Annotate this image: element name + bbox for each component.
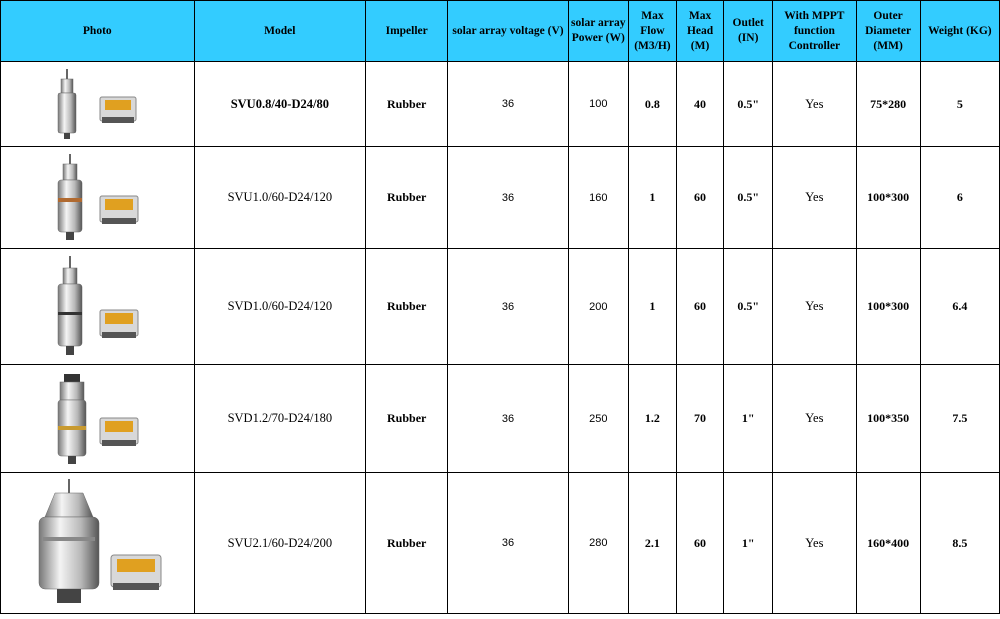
flow-cell: 1 [627, 146, 677, 249]
outlet-cell: 0.5" [723, 146, 774, 249]
weight-cell: 6.4 [919, 248, 1000, 365]
photo-cell [0, 472, 195, 614]
header-row: Photo Model Impeller solar array voltage… [0, 0, 1000, 62]
head-cell: 60 [675, 472, 725, 614]
header-head: Max Head (M) [675, 0, 725, 62]
voltage-cell: 36 [447, 364, 569, 473]
model-cell: SVU0.8/40-D24/80 [193, 61, 367, 147]
head-cell: 70 [675, 364, 725, 473]
impeller-cell: Rubber [365, 146, 449, 249]
photo-cell [0, 248, 195, 365]
mppt-cell: Yes [772, 146, 857, 249]
header-power: solar array Power (W) [567, 0, 629, 62]
outlet-cell: 1" [723, 364, 774, 473]
power-cell: 200 [567, 248, 629, 365]
flow-cell: 1.2 [627, 364, 677, 473]
flow-cell: 2.1 [627, 472, 677, 614]
header-flow: Max Flow (M3/H) [627, 0, 677, 62]
header-model: Model [193, 0, 367, 62]
model-cell: SVD1.2/70-D24/180 [193, 364, 367, 473]
pump-controller-image [39, 479, 162, 603]
header-photo: Photo [0, 0, 195, 62]
weight-cell: 5 [919, 61, 1000, 147]
diameter-cell: 100*300 [855, 146, 921, 249]
head-cell: 60 [675, 146, 725, 249]
head-cell: 60 [675, 248, 725, 365]
header-mppt: With MPPT function Controller [772, 0, 857, 62]
header-outlet: Outlet (IN) [723, 0, 774, 62]
diameter-cell: 160*400 [855, 472, 921, 614]
model-cell: SVD1.0/60-D24/120 [193, 248, 367, 365]
table-row: SVD1.0/60-D24/120 Rubber 36 200 1 60 0.5… [0, 248, 1000, 365]
header-voltage: solar array voltage (V) [447, 0, 569, 62]
model-cell: SVU2.1/60-D24/200 [193, 472, 367, 614]
mppt-cell: Yes [772, 61, 857, 147]
header-weight: Weight (KG) [919, 0, 1000, 62]
impeller-cell: Rubber [365, 248, 449, 365]
model-cell: SVU1.0/60-D24/120 [193, 146, 367, 249]
header-diameter: Outer Diameter (MM) [855, 0, 921, 62]
impeller-cell: Rubber [365, 61, 449, 147]
voltage-cell: 36 [447, 248, 569, 365]
power-cell: 250 [567, 364, 629, 473]
flow-cell: 0.8 [627, 61, 677, 147]
mppt-cell: Yes [772, 364, 857, 473]
diameter-cell: 100*300 [855, 248, 921, 365]
table-row: SVU2.1/60-D24/200 Rubber 36 280 2.1 60 1… [0, 472, 1000, 614]
voltage-cell: 36 [447, 472, 569, 614]
table-row: SVD1.2/70-D24/180 Rubber 36 250 1.2 70 1… [0, 364, 1000, 473]
mppt-cell: Yes [772, 472, 857, 614]
outlet-cell: 0.5" [723, 248, 774, 365]
pump-controller-image [58, 153, 139, 240]
impeller-cell: Rubber [365, 364, 449, 473]
power-cell: 100 [567, 61, 629, 147]
impeller-cell: Rubber [365, 472, 449, 614]
diameter-cell: 75*280 [855, 61, 921, 147]
head-cell: 40 [675, 61, 725, 147]
voltage-cell: 36 [447, 146, 569, 249]
pump-controller-image [58, 255, 139, 355]
header-impeller: Impeller [365, 0, 449, 62]
outlet-cell: 1" [723, 472, 774, 614]
power-cell: 280 [567, 472, 629, 614]
pump-controller-image [58, 69, 137, 139]
power-cell: 160 [567, 146, 629, 249]
spec-table: Photo Model Impeller solar array voltage… [0, 0, 1000, 614]
table-row: SVU1.0/60-D24/120 Rubber 36 160 1 60 0.5… [0, 146, 1000, 249]
photo-cell [0, 61, 195, 147]
flow-cell: 1 [627, 248, 677, 365]
mppt-cell: Yes [772, 248, 857, 365]
diameter-cell: 100*350 [855, 364, 921, 473]
voltage-cell: 36 [447, 61, 569, 147]
weight-cell: 6 [919, 146, 1000, 249]
weight-cell: 7.5 [919, 364, 1000, 473]
photo-cell [0, 146, 195, 249]
outlet-cell: 0.5" [723, 61, 774, 147]
pump-controller-image [58, 373, 139, 464]
weight-cell: 8.5 [919, 472, 1000, 614]
table-row: SVU0.8/40-D24/80 Rubber 36 100 0.8 40 0.… [0, 61, 1000, 147]
photo-cell [0, 364, 195, 473]
